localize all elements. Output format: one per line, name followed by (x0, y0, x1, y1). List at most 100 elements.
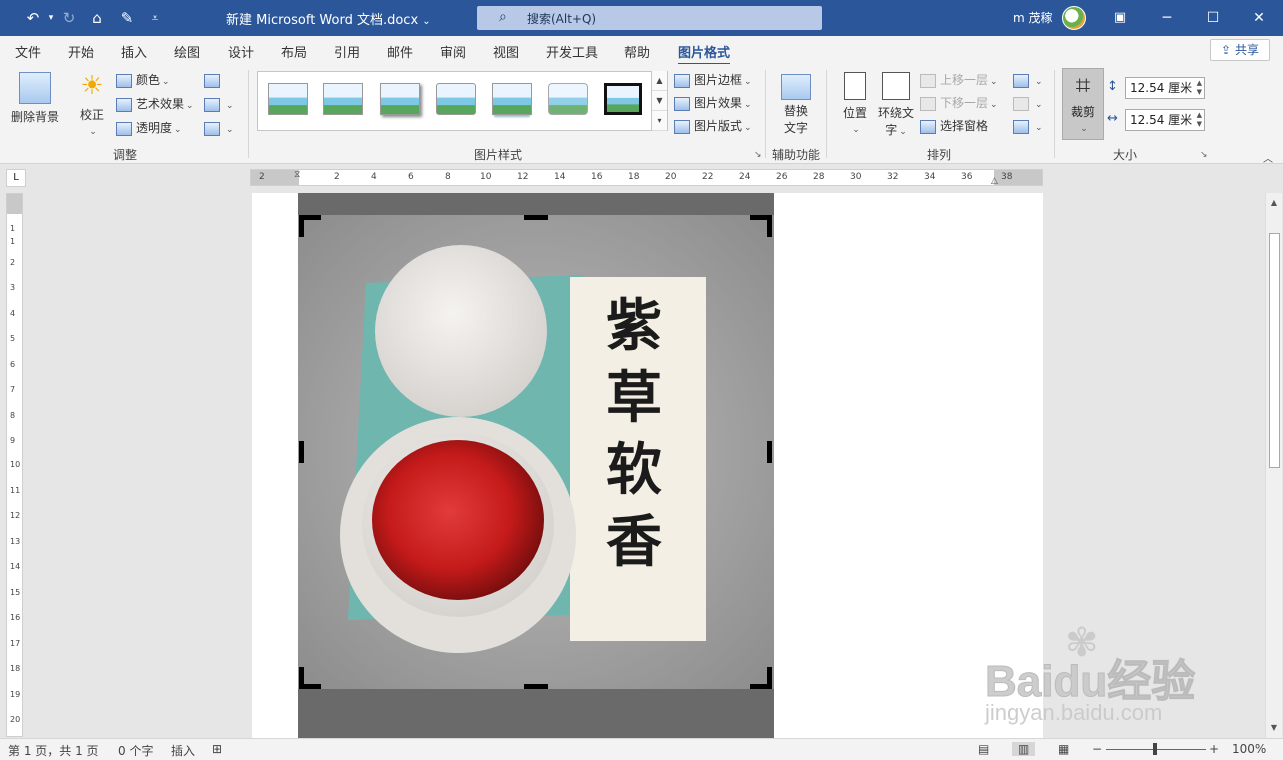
gallery-scroll-up-icon[interactable]: ▲ (652, 71, 667, 91)
tab-mailings[interactable]: 邮件 (387, 42, 413, 61)
page-count[interactable]: 第 1 页，共 1 页 (8, 742, 99, 759)
ruler-label: 8 (445, 172, 451, 182)
crop-handle[interactable] (767, 215, 772, 237)
gallery-more-icon[interactable]: ▾ (652, 111, 667, 131)
tab-design[interactable]: 设计 (228, 42, 254, 61)
tab-home[interactable]: 开始 (68, 42, 94, 61)
zoom-slider-thumb[interactable] (1153, 743, 1157, 755)
tab-file[interactable]: 文件 (15, 42, 41, 61)
color-button[interactable]: 颜色 ⌄ (116, 70, 170, 90)
width-field[interactable]: 12.54 厘米 ▲ ▼ (1125, 109, 1205, 131)
crop-button[interactable]: ⌗ 裁剪 ⌄ (1062, 68, 1104, 140)
reset-picture-button[interactable]: ⌄ (204, 118, 234, 138)
tab-selector[interactable]: L (6, 169, 26, 187)
redo-icon[interactable]: ↻ (58, 8, 80, 28)
alt-text-button[interactable]: 替换 文字 (776, 74, 816, 136)
ruler-label: 26 (776, 172, 788, 182)
crop-handle[interactable] (299, 667, 304, 689)
height-field[interactable]: 12.54 厘米 ▲ ▼ (1125, 77, 1205, 99)
read-mode-icon[interactable]: ▤ (978, 742, 989, 756)
avatar[interactable] (1062, 6, 1086, 30)
crop-handle[interactable] (299, 215, 304, 237)
ruler-label: 12 (517, 172, 529, 182)
right-indent-marker-icon[interactable]: △ (991, 176, 998, 185)
close-icon[interactable]: ✕ (1247, 6, 1271, 30)
insert-mode[interactable]: 插入 (171, 742, 195, 759)
position-button[interactable]: 位置 ⌄ (838, 72, 872, 135)
color-icon (116, 73, 132, 88)
picture-effects-button[interactable]: 图片效果 ⌄ (674, 93, 752, 113)
selected-picture[interactable] (298, 215, 774, 689)
picture-layout-button[interactable]: 图片版式 ⌄ (674, 116, 752, 136)
tab-view[interactable]: 视图 (493, 42, 519, 61)
tab-draw[interactable]: 绘图 (174, 42, 200, 61)
user-name[interactable]: m 茂稼 (1013, 9, 1053, 26)
crop-handle[interactable] (299, 441, 304, 463)
change-picture-button[interactable]: ⌄ (204, 94, 234, 114)
tab-developer[interactable]: 开发工具 (546, 42, 598, 61)
collapse-ribbon-icon[interactable]: ︿ (1263, 150, 1273, 165)
search-input[interactable]: ⌕ 搜索(Alt+Q) (477, 6, 822, 30)
tab-help[interactable]: 帮助 (624, 42, 650, 61)
tab-references[interactable]: 引用 (334, 42, 360, 61)
crop-handle[interactable] (767, 667, 772, 689)
word-count[interactable]: 0 个字 (118, 742, 153, 759)
picture-style-thumbnail[interactable] (436, 83, 476, 115)
ribbon-display-options-icon[interactable]: ▣ (1108, 6, 1132, 30)
edit-icon[interactable]: ✎ (116, 8, 138, 28)
corrections-button[interactable]: ☀ 校正 ⌄ (72, 72, 112, 137)
compress-pictures-button[interactable] (204, 70, 224, 90)
print-layout-icon[interactable]: ▥ (1012, 742, 1036, 756)
zoom-level[interactable]: 100% (1232, 742, 1266, 756)
transparency-button[interactable]: 透明度 ⌄ (116, 118, 182, 138)
align-button[interactable]: ⌄ (1013, 70, 1043, 90)
zoom-out-icon[interactable]: − (1092, 742, 1102, 756)
crop-handle[interactable] (524, 215, 548, 220)
remove-background-button[interactable]: 删除背景 (8, 72, 62, 125)
ruler-label: 2 (259, 172, 265, 182)
rotate-button[interactable]: ⌄ (1013, 116, 1043, 136)
zoom-in-icon[interactable]: + (1209, 742, 1219, 756)
gallery-scroll-down-icon[interactable]: ▼ (652, 91, 667, 111)
size-dialog-launcher-icon[interactable]: ↘ (1200, 150, 1208, 160)
picture-style-thumbnail[interactable] (492, 83, 532, 115)
indent-marker-icon[interactable]: ⧖ (294, 170, 300, 180)
send-backward-button[interactable]: 下移一层 ⌄ (920, 93, 998, 113)
tab-picture-format[interactable]: 图片格式 (678, 42, 731, 66)
tab-layout[interactable]: 布局 (281, 42, 307, 61)
height-spinner[interactable]: ▲ ▼ (1197, 79, 1202, 97)
tab-review[interactable]: 审阅 (440, 42, 466, 61)
horizontal-ruler[interactable]: 2 2 4 6 8 10 12 14 16 18 20 22 24 26 28 … (250, 169, 1043, 186)
crop-handle[interactable] (767, 441, 772, 463)
width-spinner[interactable]: ▲ ▼ (1197, 111, 1202, 129)
picture-border-button[interactable]: 图片边框 ⌄ (674, 70, 752, 90)
scroll-up-icon[interactable]: ▲ (1266, 195, 1282, 211)
touch-mode-icon[interactable]: ⌂ (86, 8, 108, 28)
vertical-scrollbar[interactable]: ▲ ▼ (1265, 193, 1282, 738)
picture-style-thumbnail[interactable] (323, 83, 363, 115)
picture-style-thumbnail[interactable] (604, 83, 642, 115)
picture-styles-dialog-launcher-icon[interactable]: ↘ (754, 150, 762, 160)
accessibility-check-icon[interactable]: ⊞ (212, 742, 222, 756)
scroll-down-icon[interactable]: ▼ (1266, 720, 1282, 736)
artistic-effects-button[interactable]: 艺术效果 ⌄ (116, 94, 194, 114)
scroll-thumb[interactable] (1269, 233, 1280, 468)
minimize-icon[interactable]: ─ (1155, 6, 1179, 30)
tab-insert[interactable]: 插入 (121, 42, 147, 61)
wrap-text-button[interactable]: 环绕文字 ⌄ (876, 72, 916, 138)
picture-style-thumbnail[interactable] (268, 83, 308, 115)
picture-style-thumbnail[interactable] (548, 83, 588, 115)
web-layout-icon[interactable]: ▦ (1058, 742, 1069, 756)
group-objects-button[interactable]: ⌄ (1013, 93, 1043, 113)
document-title[interactable]: 新建 Microsoft Word 文档.docx ⌄ (226, 9, 431, 28)
width-icon: ↔ (1107, 111, 1118, 126)
group-divider (1054, 70, 1055, 158)
maximize-icon[interactable]: ☐ (1201, 6, 1225, 30)
customize-toolbar-icon[interactable]: ⩡ (144, 8, 166, 28)
selection-pane-button[interactable]: 选择窗格 (920, 116, 988, 136)
picture-style-thumbnail[interactable] (380, 83, 420, 115)
bring-forward-button[interactable]: 上移一层 ⌄ (920, 70, 998, 90)
vertical-ruler[interactable]: 1 1 2 3 4 5 6 7 8 9 10 11 12 13 14 15 16… (6, 193, 23, 737)
crop-handle[interactable] (524, 684, 548, 689)
share-button[interactable]: ⇪ 共享 (1210, 39, 1270, 61)
